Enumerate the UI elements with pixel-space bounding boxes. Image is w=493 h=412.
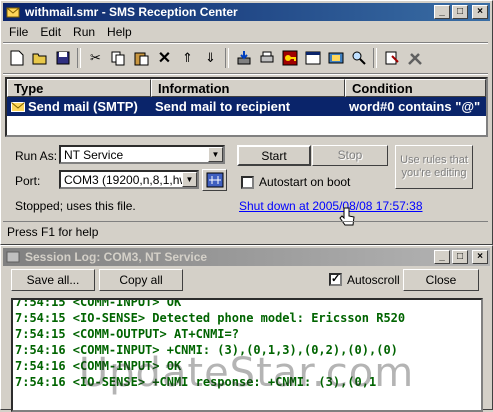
- port-select[interactable]: COM3 (19200,n,8,1,hw) ▼: [59, 170, 199, 189]
- paste-icon[interactable]: [130, 47, 153, 69]
- window-title: withmail.smr - SMS Reception Center: [25, 5, 238, 19]
- move-up-icon[interactable]: ⇑: [176, 47, 199, 69]
- menu-file[interactable]: File: [3, 23, 34, 41]
- copy-icon[interactable]: [107, 47, 130, 69]
- status-text: Stopped; uses this file.: [15, 199, 136, 213]
- log-close-x-button[interactable]: ×: [472, 250, 488, 264]
- autostart-label: Autostart on boot: [259, 175, 351, 189]
- log-line: 7:54:15 <COMM-OUTPUT> AT+CNMI=?: [15, 327, 239, 341]
- toolbar-separator: [77, 48, 81, 68]
- menu-bar: File Edit Run Help: [3, 23, 138, 41]
- open-icon[interactable]: [28, 47, 51, 69]
- chevron-down-icon[interactable]: ▼: [208, 147, 223, 162]
- port-value: COM3 (19200,n,8,1,hw): [64, 173, 193, 187]
- log-window-title: Session Log: COM3, NT Service: [25, 250, 208, 264]
- save-icon[interactable]: [51, 47, 74, 69]
- cell-information: Send mail to recipient: [155, 99, 291, 114]
- cell-condition: word#0 contains "@": [349, 99, 481, 114]
- log-line: 7:54:16 <COMM-INPUT> OK: [15, 359, 182, 373]
- close-button[interactable]: ×: [472, 5, 488, 19]
- table-row[interactable]: Send mail (SMTP) Send mail to recipient …: [7, 97, 486, 116]
- use-rules-button[interactable]: Use rules that you're editing: [395, 145, 473, 189]
- app-icon: [6, 7, 20, 18]
- column-information[interactable]: Information: [151, 79, 345, 97]
- main-title-bar[interactable]: withmail.smr - SMS Reception Center _ □ …: [3, 3, 490, 21]
- settings-icon[interactable]: [324, 47, 347, 69]
- toolbar-separator: [373, 48, 377, 68]
- properties-icon[interactable]: [380, 47, 403, 69]
- save-all-button[interactable]: Save all...: [11, 269, 95, 291]
- run-as-label: Run As:: [15, 149, 58, 163]
- cut-icon[interactable]: ✂: [84, 47, 107, 69]
- menu-run[interactable]: Run: [67, 23, 101, 41]
- status-bar-text: Press F1 for help: [7, 225, 99, 239]
- stop-button[interactable]: Stop: [312, 145, 388, 166]
- session-log[interactable]: 7:54:15 <COMM-INPUT> OK 7:54:15 <IO-SENS…: [11, 298, 483, 412]
- autoscroll-checkbox[interactable]: ✓: [329, 273, 342, 286]
- chevron-down-icon[interactable]: ▼: [182, 172, 197, 187]
- run-as-value: NT Service: [64, 148, 124, 162]
- port-label: Port:: [15, 174, 41, 188]
- close-log-button[interactable]: Close: [403, 269, 479, 291]
- log-minimize-button[interactable]: _: [434, 250, 450, 264]
- rule-type-text: Send mail (SMTP): [28, 99, 138, 114]
- autoscroll-label: Autoscroll: [347, 273, 400, 287]
- log-window: Session Log: COM3, NT Service _ □ × Save…: [0, 245, 493, 412]
- rules-table-header: Type Information Condition: [7, 79, 486, 97]
- column-condition[interactable]: Condition: [345, 79, 486, 97]
- move-down-icon[interactable]: ⇓: [199, 47, 222, 69]
- key-icon[interactable]: [278, 47, 301, 69]
- port-settings-icon: [206, 172, 223, 188]
- log-line: 7:54:16 <IO-SENSE> +CNMI response: +CNMI…: [15, 375, 377, 389]
- log-line: 7:54:15 <IO-SENSE> Detected phone model:…: [15, 311, 406, 325]
- tools-icon[interactable]: [403, 47, 426, 69]
- toolbar: ✂ ✕ ⇑ ⇓: [5, 45, 426, 71]
- log-title-bar[interactable]: Session Log: COM3, NT Service _ □ ×: [3, 248, 490, 266]
- menu-help[interactable]: Help: [101, 23, 138, 41]
- cell-type: Send mail (SMTP): [7, 99, 151, 114]
- print-icon[interactable]: [255, 47, 278, 69]
- shutdown-link[interactable]: Shut down at 2005/08/08 17:57:38: [239, 199, 423, 213]
- run-as-select[interactable]: NT Service ▼: [59, 145, 225, 164]
- mail-icon: [11, 101, 25, 112]
- maximize-button[interactable]: □: [452, 5, 468, 19]
- status-bar: Press F1 for help: [3, 221, 488, 239]
- toolbar-separator-line: [3, 73, 488, 75]
- menu-edit[interactable]: Edit: [34, 23, 67, 41]
- toolbar-separator: [225, 48, 229, 68]
- start-button[interactable]: Start: [237, 145, 311, 166]
- window-icon[interactable]: [301, 47, 324, 69]
- menu-separator: [3, 42, 488, 44]
- import-icon[interactable]: [232, 47, 255, 69]
- log-line: 7:54:15 <COMM-INPUT> OK: [15, 298, 182, 309]
- rules-table: Type Information Condition Send mail (SM…: [5, 77, 488, 137]
- port-settings-button[interactable]: [202, 169, 227, 191]
- new-icon[interactable]: [5, 47, 28, 69]
- find-icon[interactable]: [347, 47, 370, 69]
- log-line: 7:54:16 <COMM-INPUT> +CNMI: (3),(0,1,3),…: [15, 343, 398, 357]
- delete-icon[interactable]: ✕: [153, 47, 176, 69]
- copy-all-button[interactable]: Copy all: [99, 269, 183, 291]
- main-window: withmail.smr - SMS Reception Center _ □ …: [0, 0, 493, 245]
- autostart-checkbox[interactable]: [241, 176, 254, 189]
- column-type[interactable]: Type: [7, 79, 151, 97]
- log-app-icon: [6, 251, 20, 263]
- log-maximize-button[interactable]: □: [452, 250, 468, 264]
- minimize-button[interactable]: _: [434, 5, 450, 19]
